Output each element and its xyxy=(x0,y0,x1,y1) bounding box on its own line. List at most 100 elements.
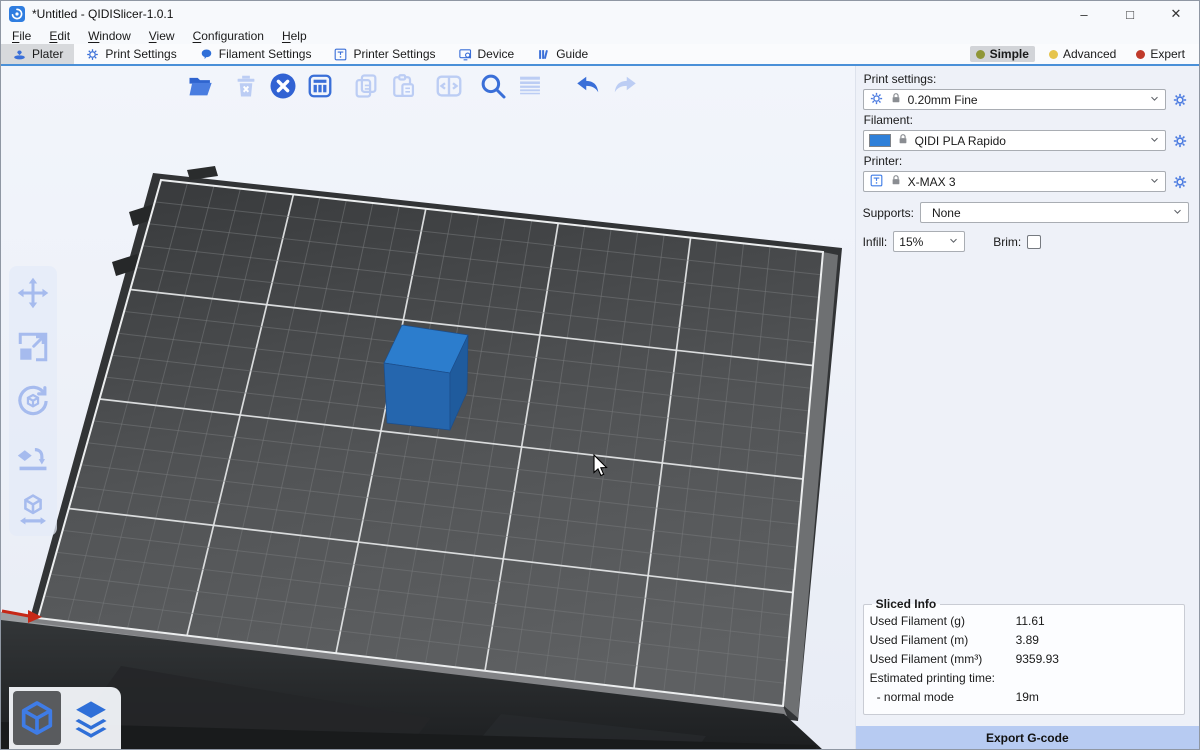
view-layers-button[interactable] xyxy=(67,691,115,745)
gear-icon xyxy=(85,47,100,62)
sliced-info-label: Used Filament (m) xyxy=(870,631,1016,650)
filament-value: QIDI PLA Rapido xyxy=(915,134,1143,148)
printer-icon xyxy=(869,173,884,191)
printer-combo[interactable]: X-MAX 3 xyxy=(863,171,1166,192)
mode-expert[interactable]: Expert xyxy=(1130,46,1191,62)
tab-filament-settings[interactable]: Filament Settings xyxy=(188,44,323,64)
lock-icon xyxy=(896,132,910,149)
chevron-down-icon xyxy=(1148,92,1161,108)
app-logo-icon xyxy=(9,6,25,22)
menu-item-configuration[interactable]: Configuration xyxy=(184,29,273,43)
sliced-info-value: 3.89 xyxy=(1016,631,1176,650)
filament-icon xyxy=(199,47,214,62)
brim-label: Brim: xyxy=(993,235,1021,249)
tab-label: Filament Settings xyxy=(219,47,312,61)
tab-print-settings[interactable]: Print Settings xyxy=(74,44,187,64)
mode-dot-icon xyxy=(1136,50,1145,59)
delete-button xyxy=(230,69,262,103)
sliced-info-value: 9359.93 xyxy=(1016,650,1176,669)
supports-value: None xyxy=(926,206,1166,220)
close-button[interactable]: ✕ xyxy=(1153,1,1199,27)
mode-dot-icon xyxy=(976,50,985,59)
arrange-button[interactable] xyxy=(304,69,336,103)
tabs: Plater Print Settings Filament Settings Pri… xyxy=(1,44,599,64)
print-settings-value: 0.20mm Fine xyxy=(908,93,1143,107)
mode-label: Advanced xyxy=(1063,47,1116,61)
chevron-down-icon xyxy=(1148,174,1161,190)
tab-label: Guide xyxy=(556,47,588,61)
settings-panel: Print settings: 0.20mm Fine Filament: xyxy=(855,66,1199,749)
tab-label: Print Settings xyxy=(105,47,176,61)
infill-combo[interactable]: 15% xyxy=(893,231,965,252)
tab-bar: Plater Print Settings Filament Settings Pri… xyxy=(1,44,1199,66)
rotate-gizmo-button[interactable] xyxy=(12,380,54,422)
export-gcode-button[interactable]: Export G-code xyxy=(856,726,1199,749)
flatten-gizmo-button[interactable] xyxy=(12,434,54,476)
title-bar: *Untitled - QIDISlicer-1.0.1 – □ ✕ xyxy=(1,1,1199,27)
tab-device[interactable]: Device xyxy=(447,44,526,64)
menu-item-window[interactable]: Window xyxy=(79,29,140,43)
plater-icon xyxy=(12,47,27,62)
tab-label: Printer Settings xyxy=(353,47,435,61)
toolbar-main xyxy=(184,69,646,103)
filament-color-swatch xyxy=(869,134,891,147)
sliced-info-label: Used Filament (mm³) xyxy=(870,650,1016,669)
mode-switcher: Simple Advanced Expert xyxy=(970,44,1199,64)
sliced-info-value: 19m xyxy=(1016,688,1176,707)
undo-button[interactable] xyxy=(572,69,604,103)
chevron-down-icon xyxy=(947,234,960,250)
search-button[interactable] xyxy=(477,69,509,103)
brim-checkbox[interactable] xyxy=(1027,235,1041,249)
print-settings-gear-button[interactable] xyxy=(1171,91,1189,109)
viewport-3d[interactable] xyxy=(1,66,855,749)
print-settings-combo[interactable]: 0.20mm Fine xyxy=(863,89,1166,110)
menu-item-view[interactable]: View xyxy=(140,29,184,43)
view-toggles xyxy=(9,687,121,749)
supports-combo[interactable]: None xyxy=(920,202,1189,223)
scene-canvas[interactable] xyxy=(1,66,855,749)
layer-height-button xyxy=(514,69,546,103)
gear-icon xyxy=(869,91,884,109)
sliced-info-row: Used Filament (g)11.61 xyxy=(870,612,1176,631)
copy-button xyxy=(350,69,382,103)
sliced-info-label: Used Filament (g) xyxy=(870,612,1016,631)
mode-label: Simple xyxy=(990,47,1029,61)
minimize-button[interactable]: – xyxy=(1061,1,1107,27)
redo-button xyxy=(609,69,641,103)
supports-label: Supports: xyxy=(863,206,914,220)
sliced-info-value: 11.61 xyxy=(1016,612,1176,631)
scale-gizmo-button[interactable] xyxy=(12,326,54,368)
split-button xyxy=(433,69,465,103)
printer-icon xyxy=(333,47,348,62)
print-bed[interactable] xyxy=(38,180,823,706)
mode-label: Expert xyxy=(1150,47,1185,61)
menu-item-help[interactable]: Help xyxy=(273,29,316,43)
open-button[interactable] xyxy=(184,69,216,103)
lock-icon xyxy=(889,91,903,108)
sliced-info-title: Sliced Info xyxy=(872,597,941,611)
print-settings-label: Print settings: xyxy=(864,72,1189,86)
menu-item-file[interactable]: File xyxy=(3,29,40,43)
maximize-button[interactable]: □ xyxy=(1107,1,1153,27)
filament-combo[interactable]: QIDI PLA Rapido xyxy=(863,130,1166,151)
tab-guide[interactable]: Guide xyxy=(525,44,599,64)
menu-bar: FileEditWindowViewConfigurationHelp xyxy=(1,27,1199,44)
printer-value: X-MAX 3 xyxy=(908,175,1143,189)
filament-label: Filament: xyxy=(864,113,1189,127)
measure-gizmo-button[interactable] xyxy=(12,488,54,530)
move-gizmo-button[interactable] xyxy=(12,272,54,314)
toolbar-gizmos xyxy=(9,266,57,536)
printer-gear-button[interactable] xyxy=(1171,173,1189,191)
model-cube[interactable] xyxy=(384,325,468,430)
view-3d-button[interactable] xyxy=(13,691,61,745)
tab-plater[interactable]: Plater xyxy=(1,44,74,64)
mode-advanced[interactable]: Advanced xyxy=(1043,46,1122,62)
tab-printer-settings[interactable]: Printer Settings xyxy=(322,44,446,64)
window-title: *Untitled - QIDISlicer-1.0.1 xyxy=(32,7,173,21)
menu-item-edit[interactable]: Edit xyxy=(40,29,79,43)
delete-all-button[interactable] xyxy=(267,69,299,103)
mode-simple[interactable]: Simple xyxy=(970,46,1035,62)
printer-label: Printer: xyxy=(864,154,1189,168)
lock-icon xyxy=(889,173,903,190)
filament-gear-button[interactable] xyxy=(1171,132,1189,150)
